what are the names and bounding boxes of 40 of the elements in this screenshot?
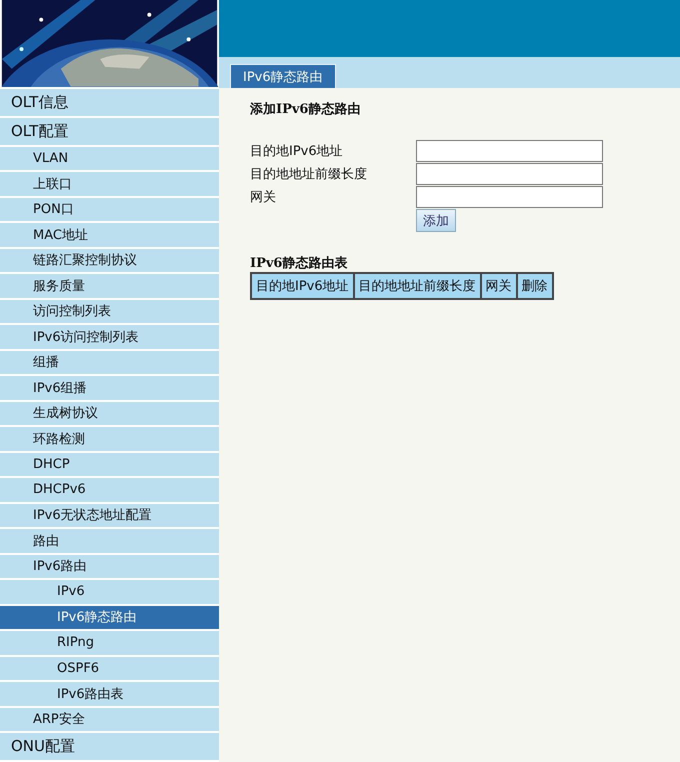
sidebar-item[interactable]: DHCP — [0, 452, 219, 476]
sidebar-item[interactable]: MAC地址 — [0, 223, 219, 246]
sidebar-item[interactable]: IPv6无状态地址配置 — [0, 504, 219, 527]
field-label: 网关 — [250, 188, 277, 206]
sidebar-item[interactable]: IPv6静态路由 — [0, 606, 219, 629]
sidebar-item[interactable]: IPv6组播 — [0, 376, 219, 400]
column-header: 目的地地址前缀长度 — [354, 273, 481, 299]
input-field[interactable] — [416, 140, 603, 162]
sidebar-item[interactable]: DHCPv6 — [0, 478, 219, 502]
sidebar-item[interactable]: IPv6路由 — [0, 554, 219, 578]
input-field[interactable] — [416, 186, 603, 208]
field-label: 目的地地址前缀长度 — [250, 166, 368, 182]
input-field[interactable] — [416, 162, 603, 184]
sidebar-item[interactable]: IPv6 — [0, 580, 219, 604]
column-header: 删除 — [516, 273, 553, 299]
sidebar-item[interactable]: RIPng — [0, 631, 219, 654]
section-title: 添加IPv6静态路由 — [250, 101, 362, 118]
table-title: IPv6静态路由表 — [250, 255, 348, 272]
sidebar-item[interactable]: 生成树协议 — [0, 402, 219, 425]
sidebar-item[interactable]: 路由 — [0, 529, 219, 552]
field-label: 目的地IPv6地址 — [250, 142, 344, 160]
sidebar-item[interactable]: 服务质量 — [0, 274, 219, 298]
column-header: 目的地IPv6地址 — [251, 273, 354, 299]
sidebar-item[interactable]: 上联口 — [0, 172, 219, 196]
tab[interactable]: IPv6静态路由 — [230, 64, 336, 88]
sidebar-item[interactable]: IPv6路由表 — [0, 682, 219, 706]
sidebar-item[interactable]: 组播 — [0, 350, 219, 374]
sidebar-item[interactable]: 链路汇聚控制协议 — [0, 248, 219, 272]
sidebar-item[interactable]: 环路检测 — [0, 427, 219, 450]
sidebar-item[interactable]: IPv6访问控制列表 — [0, 325, 219, 348]
sidebar-item[interactable]: OSPF6 — [0, 656, 219, 680]
add-button[interactable]: 添加 — [416, 209, 456, 232]
sidebar-item[interactable]: ONU配置 — [0, 733, 219, 760]
sidebar-item[interactable]: VLAN — [0, 146, 219, 170]
sidebar-item[interactable]: ARP安全 — [0, 708, 219, 731]
sidebar-item[interactable]: OLT信息 — [0, 88, 219, 116]
sidebar-item[interactable]: PON口 — [0, 198, 219, 221]
sidebar-item[interactable]: 访问控制列表 — [0, 300, 219, 323]
column-header: 网关 — [480, 273, 517, 299]
sidebar-item[interactable]: OLT配置 — [0, 118, 219, 144]
